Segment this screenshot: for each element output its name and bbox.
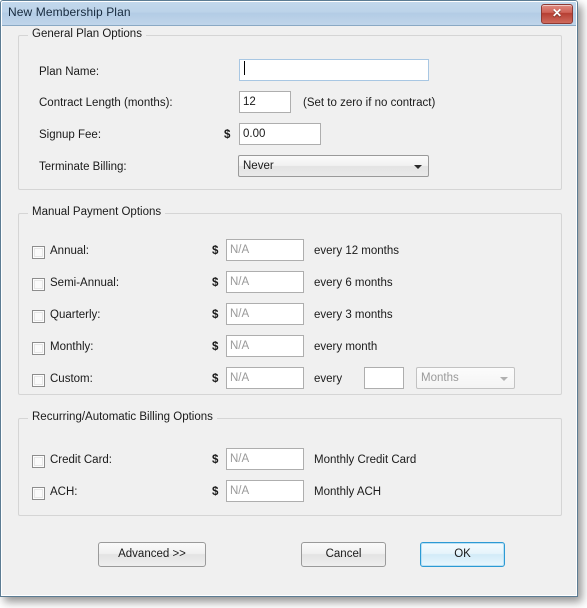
annual-currency: $ [212, 245, 219, 257]
advanced-button[interactable]: Advanced >> [98, 542, 206, 567]
terminate-billing-select[interactable]: Never [238, 155, 429, 177]
contract-length-label: Contract Length (months): [39, 97, 173, 109]
text-caret [244, 61, 245, 75]
quarterly-suffix: every 3 months [314, 309, 393, 321]
monthly-checkbox[interactable] [32, 342, 45, 355]
plan-name-label: Plan Name: [39, 66, 100, 78]
monthly-suffix: every month [314, 341, 378, 353]
quarterly-amount-input[interactable]: N/A [226, 303, 304, 325]
chevron-down-icon [414, 165, 422, 169]
chevron-down-icon [500, 377, 508, 381]
semi-annual-amount-input[interactable]: N/A [226, 271, 304, 293]
cancel-button[interactable]: Cancel [301, 542, 386, 567]
group-manual-payment-options-title: Manual Payment Options [28, 206, 166, 218]
signup-fee-label: Signup Fee: [39, 129, 102, 141]
semi-annual-checkbox[interactable] [32, 278, 45, 291]
credit-card-checkbox[interactable] [32, 455, 45, 468]
dialog-window: New Membership Plan ✕ General Plan Optio… [0, 0, 578, 597]
credit-card-amount-input[interactable]: N/A [226, 448, 304, 470]
window-title: New Membership Plan [8, 5, 131, 19]
quarterly-currency: $ [212, 309, 219, 321]
custom-currency: $ [212, 373, 219, 385]
quarterly-label: Quarterly: [50, 309, 101, 321]
annual-suffix: every 12 months [314, 245, 400, 257]
annual-checkbox[interactable] [32, 246, 45, 259]
contract-length-hint: (Set to zero if no contract) [303, 97, 436, 109]
ach-amount-input[interactable]: N/A [226, 480, 304, 502]
custom-interval-input[interactable] [364, 367, 404, 389]
monthly-label: Monthly: [50, 341, 94, 353]
custom-label: Custom: [50, 373, 93, 385]
custom-checkbox[interactable] [32, 374, 45, 387]
contract-length-input[interactable]: 12 [239, 91, 291, 113]
plan-name-input[interactable] [239, 59, 429, 81]
custom-unit-select[interactable]: Months [416, 367, 515, 389]
credit-card-label: Credit Card: [50, 454, 112, 466]
credit-card-suffix: Monthly Credit Card [314, 454, 417, 466]
ach-checkbox[interactable] [32, 487, 45, 500]
close-icon: ✕ [551, 6, 563, 20]
ok-button[interactable]: OK [420, 542, 505, 567]
semi-annual-suffix: every 6 months [314, 277, 393, 289]
custom-amount-input[interactable]: N/A [226, 367, 304, 389]
monthly-amount-input[interactable]: N/A [226, 335, 304, 357]
terminate-billing-label: Terminate Billing: [39, 161, 127, 173]
quarterly-checkbox[interactable] [32, 310, 45, 323]
group-general-plan-options-title: General Plan Options [28, 28, 146, 40]
terminate-billing-value: Never [243, 160, 274, 172]
annual-amount-input[interactable]: N/A [226, 239, 304, 261]
signup-fee-input[interactable]: 0.00 [239, 123, 321, 145]
group-recurring-billing-options-title: Recurring/Automatic Billing Options [28, 411, 217, 423]
monthly-currency: $ [212, 341, 219, 353]
title-bar: New Membership Plan ✕ [1, 1, 577, 26]
semi-annual-currency: $ [212, 277, 219, 289]
signup-fee-currency: $ [224, 129, 231, 141]
ach-suffix: Monthly ACH [314, 486, 382, 498]
ach-label: ACH: [50, 486, 78, 498]
custom-unit-value: Months [421, 372, 459, 384]
dialog-body: General Plan Options Plan Name: Contract… [1, 26, 577, 596]
semi-annual-label: Semi-Annual: [50, 277, 120, 289]
custom-suffix: every [314, 373, 343, 385]
credit-card-currency: $ [212, 454, 219, 466]
ach-currency: $ [212, 486, 219, 498]
annual-label: Annual: [50, 245, 90, 257]
close-button[interactable]: ✕ [541, 4, 573, 24]
